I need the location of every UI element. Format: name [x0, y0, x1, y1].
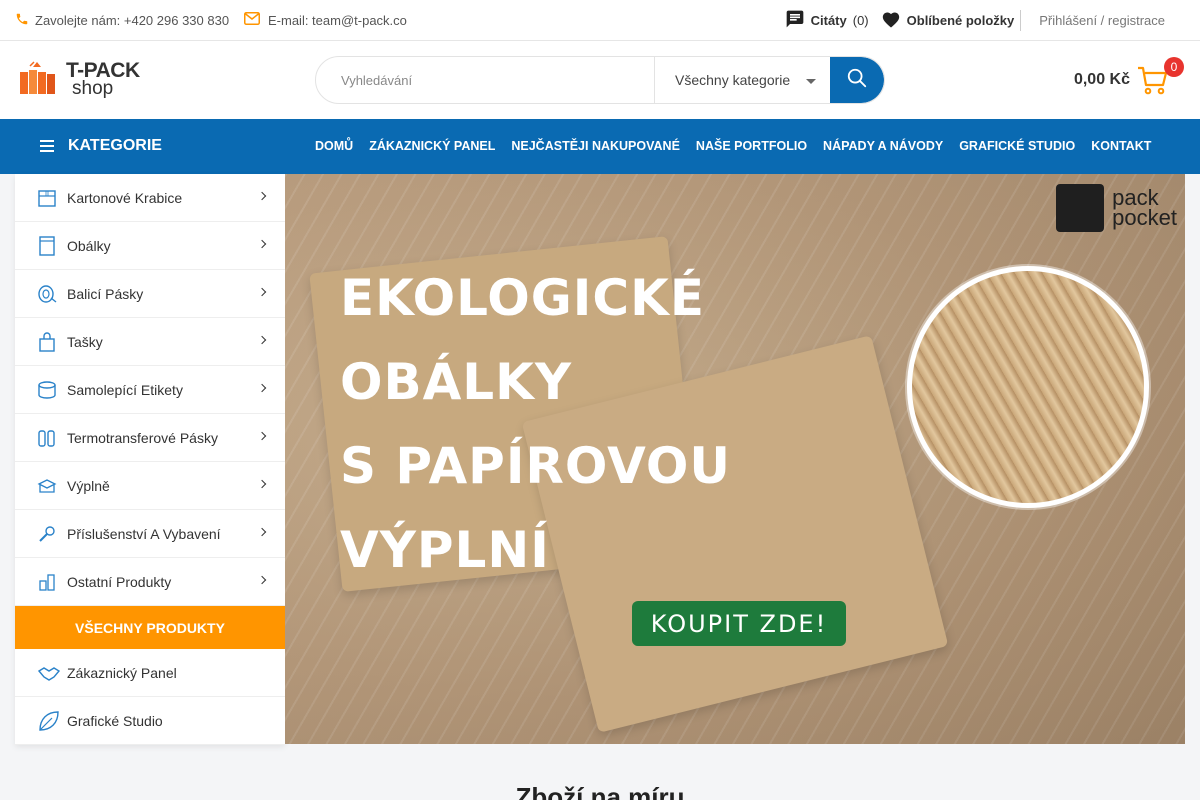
sidebar-item-label: Příslušenství A Vybavení	[67, 525, 221, 542]
nav-link-customer-panel[interactable]: ZÁKAZNICKÝ PANEL	[369, 139, 495, 153]
tape-icon	[37, 283, 57, 305]
search-input[interactable]	[316, 57, 654, 103]
chevron-right-icon	[257, 527, 267, 537]
favorites-label: Oblíbené položky	[906, 12, 1015, 28]
quotes-count: (0)	[852, 12, 869, 28]
sidebar-item-accessories[interactable]: Příslušenství A Vybavení	[15, 510, 285, 558]
search-icon	[846, 67, 868, 94]
quotes-link[interactable]: Citáty (0)	[785, 9, 869, 32]
menu-icon	[40, 140, 54, 152]
chevron-right-icon	[257, 431, 267, 441]
sidebar-item-label: Obálky	[67, 237, 111, 254]
headline-line: EKOLOGICKÉ	[340, 269, 705, 327]
category-sidebar: Kartonové Krabice Obálky Balicí Pásky Ta…	[15, 174, 285, 745]
nav-link-home[interactable]: DOMŮ	[315, 139, 353, 153]
heart-icon	[881, 10, 901, 31]
filler-icon	[37, 475, 57, 497]
headline-line: OBÁLKY	[340, 353, 573, 411]
main-nav: KATEGORIE DOMŮ ZÁKAZNICKÝ PANEL NEJČASTĚ…	[0, 119, 1200, 174]
category-select[interactable]: Všechny kategorie	[654, 57, 830, 103]
sidebar-item-label: Balicí Pásky	[67, 285, 144, 302]
sidebar-item-label: Grafické Studio	[67, 712, 163, 729]
quotes-label: Citáty	[810, 12, 847, 28]
nav-link-graphic-studio[interactable]: GRAFICKÉ STUDIO	[959, 139, 1075, 153]
sidebar-item-tapes[interactable]: Balicí Pásky	[15, 270, 285, 318]
cart-total: 0,00 Kč	[1073, 71, 1130, 88]
phone-icon	[15, 12, 29, 29]
sidebar-item-fillers[interactable]: Výplně	[15, 462, 285, 510]
sidebar-item-label: Zákaznický Panel	[67, 664, 177, 681]
favorites-link[interactable]: Oblíbené položky	[881, 9, 1022, 31]
nav-link-contact[interactable]: KONTAKT	[1091, 139, 1151, 153]
categories-label: KATEGORIE	[68, 137, 162, 154]
headline-line: VÝPLNÍ	[340, 521, 550, 579]
sidebar-item-label: Ostatní Produkty	[67, 573, 172, 590]
sidebar-item-envelopes[interactable]: Obálky	[15, 222, 285, 270]
brand-line: pocket	[1112, 205, 1177, 230]
buy-here-button[interactable]: KOUPIT ZDE!	[632, 601, 846, 646]
pack-pocket-mark-icon	[1056, 184, 1105, 232]
sidebar-item-graphic-studio[interactable]: Grafické Studio	[15, 697, 285, 745]
sidebar-item-label: Tašky	[67, 333, 103, 350]
chevron-right-icon	[257, 287, 267, 297]
envelope-icon	[37, 235, 57, 257]
mail-icon	[244, 12, 260, 28]
sidebar-item-label: Kartonové Krabice	[67, 189, 183, 206]
pack-pocket-logo: pack pocket	[1056, 184, 1177, 232]
sidebar-item-thermal-ribbons[interactable]: Termotransferové Pásky	[15, 414, 285, 462]
chevron-down-icon	[806, 78, 816, 84]
nav-link-ideas[interactable]: NÁPADY A NÁVODY	[823, 139, 943, 153]
chevron-right-icon	[257, 191, 267, 201]
bag-icon	[37, 331, 57, 353]
category-select-value: Všechny kategorie	[675, 72, 791, 88]
chevron-right-icon	[257, 479, 267, 489]
sidebar-item-label: Výplně	[67, 477, 110, 494]
tools-icon	[37, 523, 57, 545]
sidebar-item-labels[interactable]: Samolepící Etikety	[15, 366, 285, 414]
box-icon	[37, 187, 57, 209]
handshake-icon	[37, 661, 61, 685]
chat-icon	[785, 9, 805, 32]
header: T-PACK shop Všechny kategorie 0,00 Kč 0	[0, 41, 1200, 119]
cart-icon	[1136, 66, 1170, 101]
email-contact[interactable]: E-mail: team@t-pack.co	[244, 12, 407, 28]
logo[interactable]: T-PACK shop	[18, 60, 140, 103]
sidebar-item-label: Termotransferové Pásky	[67, 429, 218, 446]
chevron-right-icon	[257, 335, 267, 345]
ribbon-icon	[37, 427, 57, 449]
phone-text: Zavolejte nám: +420 296 330 830	[35, 13, 230, 28]
phone-contact[interactable]: Zavolejte nám: +420 296 330 830	[15, 12, 229, 29]
label-roll-icon	[37, 379, 57, 401]
search-button[interactable]	[830, 57, 884, 103]
banner-headline: EKOLOGICKÉ OBÁLKY S PAPÍROVOU VÝPLNÍ	[340, 256, 731, 592]
all-products-button[interactable]: VŠECHNY PRODUKTY	[15, 606, 285, 649]
chevron-right-icon	[257, 575, 267, 585]
products-icon	[37, 571, 57, 593]
sidebar-item-bags[interactable]: Tašky	[15, 318, 285, 366]
login-register-link[interactable]: Přihlášení / registrace	[1039, 13, 1165, 28]
sidebar-item-boxes[interactable]: Kartonové Krabice	[15, 174, 285, 222]
sidebar-item-label: Samolepící Etikety	[67, 381, 183, 398]
hero-banner[interactable]: EKOLOGICKÉ OBÁLKY S PAPÍROVOU VÝPLNÍ pac…	[285, 174, 1185, 744]
cart[interactable]: 0,00 Kč 0	[1073, 57, 1184, 97]
nav-link-bestsellers[interactable]: NEJČASTĚJI NAKUPOVANÉ	[511, 139, 680, 153]
leaf-icon	[37, 709, 61, 733]
chevron-right-icon	[257, 383, 267, 393]
sidebar-item-customer-panel[interactable]: Zákaznický Panel	[15, 649, 285, 697]
headline-line: S PAPÍROVOU	[340, 437, 732, 495]
top-bar: Zavolejte nám: +420 296 330 830 E-mail: …	[0, 0, 1200, 41]
logo-mark-icon	[18, 60, 62, 103]
section-title: Zboží na míru	[515, 782, 685, 800]
chevron-right-icon	[257, 239, 267, 249]
nav-link-portfolio[interactable]: NAŠE PORTFOLIO	[696, 139, 807, 153]
cart-count-badge: 0	[1164, 57, 1184, 77]
email-text: E-mail: team@t-pack.co	[268, 12, 407, 28]
sidebar-item-other[interactable]: Ostatní Produkty	[15, 558, 285, 606]
paper-filler-closeup	[907, 266, 1149, 508]
categories-toggle[interactable]: KATEGORIE	[40, 137, 162, 155]
search-bar: Všechny kategorie	[315, 56, 885, 104]
